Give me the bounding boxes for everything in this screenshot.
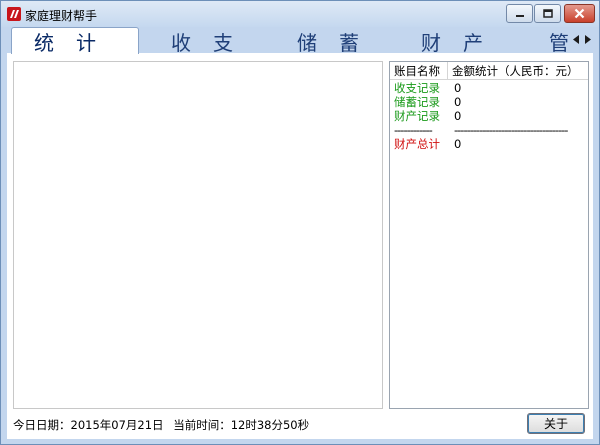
minimize-button[interactable] — [506, 4, 533, 23]
separator-line: ------------ — [394, 123, 433, 137]
time-value: 12时38分50秒 — [230, 418, 310, 432]
separator-line: ------------------------------------ — [454, 123, 568, 137]
row-value: 0 — [454, 81, 462, 95]
list-row-savings[interactable]: 储蓄记录 0 — [390, 95, 588, 109]
date-value: 2015年07月21日 — [70, 418, 164, 432]
tab-income-expense[interactable]: 收支 — [171, 29, 281, 55]
list-header: 账目名称 金额统计（人民币：元） — [390, 62, 588, 80]
maximize-button[interactable] — [534, 4, 561, 23]
row-value: 0 — [454, 95, 462, 109]
time-label-text: 当前时间： — [173, 418, 231, 432]
list-row-separator: ------------ ---------------------------… — [390, 123, 588, 137]
row-name: 收支记录 — [394, 81, 440, 95]
row-name: 财产总计 — [394, 137, 440, 151]
tab-scroll-right-icon[interactable] — [584, 34, 591, 44]
tab-scroll-arrows — [573, 32, 591, 46]
about-button[interactable]: 关于 — [527, 413, 585, 434]
app-logo-icon — [6, 6, 22, 22]
maximize-icon — [542, 9, 553, 18]
list-row-asset-total[interactable]: 财产总计 0 — [390, 137, 588, 151]
close-icon — [574, 8, 585, 19]
date-label: 今日日期：2015年07月21日 — [13, 418, 164, 432]
column-header-account[interactable]: 账目名称 — [390, 62, 448, 80]
tab-strip: 统计 收支 储蓄 财产 管 — [7, 27, 593, 55]
tab-savings[interactable]: 储蓄 — [297, 29, 407, 55]
window-title: 家庭理财帮手 — [25, 9, 98, 23]
date-label-text: 今日日期： — [13, 418, 71, 432]
client-area: 统计 收支 储蓄 财产 管 账目名称 金额统计（人民币：元） 收支记录 0 储蓄… — [7, 27, 593, 439]
column-header-amount[interactable]: 金额统计（人民币：元） — [448, 62, 588, 80]
row-value: 0 — [454, 109, 462, 123]
statistics-panel — [13, 61, 383, 409]
summary-list[interactable]: 账目名称 金额统计（人民币：元） 收支记录 0 储蓄记录 0 财产记录 0 --… — [389, 61, 589, 409]
close-button[interactable] — [564, 4, 595, 23]
list-row-income-expense[interactable]: 收支记录 0 — [390, 81, 588, 95]
tab-assets[interactable]: 财产 — [421, 29, 531, 55]
row-value: 0 — [454, 137, 462, 151]
main-window: 家庭理财帮手 统计 收支 储蓄 财产 管 账目名称 金额统计（人民币：元） 收支… — [0, 0, 600, 445]
list-row-assets[interactable]: 财产记录 0 — [390, 109, 588, 123]
row-name: 储蓄记录 — [394, 95, 440, 109]
list-rows: 收支记录 0 储蓄记录 0 财产记录 0 ------------ ------… — [390, 81, 588, 151]
minimize-icon — [515, 10, 525, 18]
status-bar: 今日日期：2015年07月21日 当前时间：12时38分50秒 — [13, 417, 315, 433]
tab-statistics[interactable]: 统计 — [11, 27, 139, 55]
tab-scroll-left-icon[interactable] — [573, 34, 580, 44]
row-name: 财产记录 — [394, 109, 440, 123]
time-label: 当前时间：12时38分50秒 — [173, 418, 309, 432]
title-bar[interactable]: 家庭理财帮手 — [1, 1, 599, 27]
